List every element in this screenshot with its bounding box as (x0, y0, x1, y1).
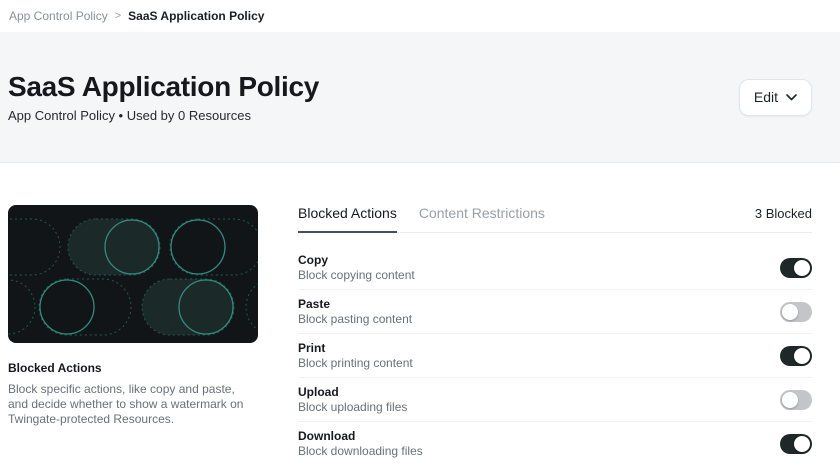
toggle-knob (794, 348, 810, 364)
breadcrumb-item-app-control-policy[interactable]: App Control Policy (9, 9, 108, 23)
chevron-down-icon (786, 94, 797, 101)
action-row: Print Block printing content (298, 334, 812, 378)
action-row: Download Block downloading files (298, 422, 812, 465)
info-panel-description: Block specific actions, like copy and pa… (8, 382, 258, 427)
blocked-count-label: 3 Blocked (755, 205, 812, 221)
action-description: Block pasting content (298, 312, 412, 326)
action-row-text: Print Block printing content (298, 341, 413, 370)
tab-blocked-actions[interactable]: Blocked Actions (298, 205, 397, 233)
settings-panel: Blocked Actions Content Restrictions 3 B… (298, 205, 812, 465)
action-row-text: Upload Block uploading files (298, 385, 407, 414)
action-row-text: Paste Block pasting content (298, 297, 412, 326)
action-name: Paste (298, 297, 412, 311)
blocked-actions-illustration (8, 205, 258, 343)
breadcrumb-bar: App Control Policy > SaaS Application Po… (0, 0, 840, 32)
action-name: Upload (298, 385, 407, 399)
action-description: Block copying content (298, 268, 415, 282)
action-name: Copy (298, 253, 415, 267)
toggle-knob (794, 260, 810, 276)
action-description: Block uploading files (298, 400, 407, 414)
tabs-row: Blocked Actions Content Restrictions 3 B… (298, 205, 812, 233)
action-name: Download (298, 429, 423, 443)
action-toggle-print[interactable] (780, 346, 812, 366)
edit-button[interactable]: Edit (739, 79, 812, 116)
toggle-knob (782, 304, 798, 320)
page-title: SaaS Application Policy (8, 71, 319, 103)
action-toggle-download[interactable] (780, 434, 812, 454)
action-toggle-copy[interactable] (780, 258, 812, 278)
main-content: Blocked Actions Block specific actions, … (0, 163, 840, 465)
info-panel: Blocked Actions Block specific actions, … (8, 205, 258, 465)
action-list: Copy Block copying content Paste Block p… (298, 233, 812, 465)
action-row-text: Download Block downloading files (298, 429, 423, 458)
page-header: SaaS Application Policy App Control Poli… (0, 32, 840, 163)
breadcrumb: App Control Policy > SaaS Application Po… (9, 9, 264, 23)
breadcrumb-separator-icon: > (115, 10, 121, 22)
page-subtitle: App Control Policy • Used by 0 Resources (8, 108, 319, 123)
info-panel-heading: Blocked Actions (8, 361, 258, 375)
toggles-illustration-graphic (8, 205, 258, 343)
action-toggle-upload[interactable] (780, 390, 812, 410)
tabs: Blocked Actions Content Restrictions (298, 205, 545, 232)
saas-application-policy-page: App Control Policy > SaaS Application Po… (0, 0, 840, 465)
breadcrumb-item-current: SaaS Application Policy (128, 9, 264, 23)
edit-button-label: Edit (754, 89, 778, 105)
tab-content-restrictions[interactable]: Content Restrictions (419, 205, 545, 233)
action-description: Block downloading files (298, 444, 423, 458)
action-description: Block printing content (298, 356, 413, 370)
toggle-knob (782, 392, 798, 408)
page-header-text: SaaS Application Policy App Control Poli… (8, 71, 319, 123)
toggle-knob (794, 436, 810, 452)
action-row: Copy Block copying content (298, 246, 812, 290)
action-toggle-paste[interactable] (780, 302, 812, 322)
action-row-text: Copy Block copying content (298, 253, 415, 282)
action-row: Upload Block uploading files (298, 378, 812, 422)
action-name: Print (298, 341, 413, 355)
action-row: Paste Block pasting content (298, 290, 812, 334)
